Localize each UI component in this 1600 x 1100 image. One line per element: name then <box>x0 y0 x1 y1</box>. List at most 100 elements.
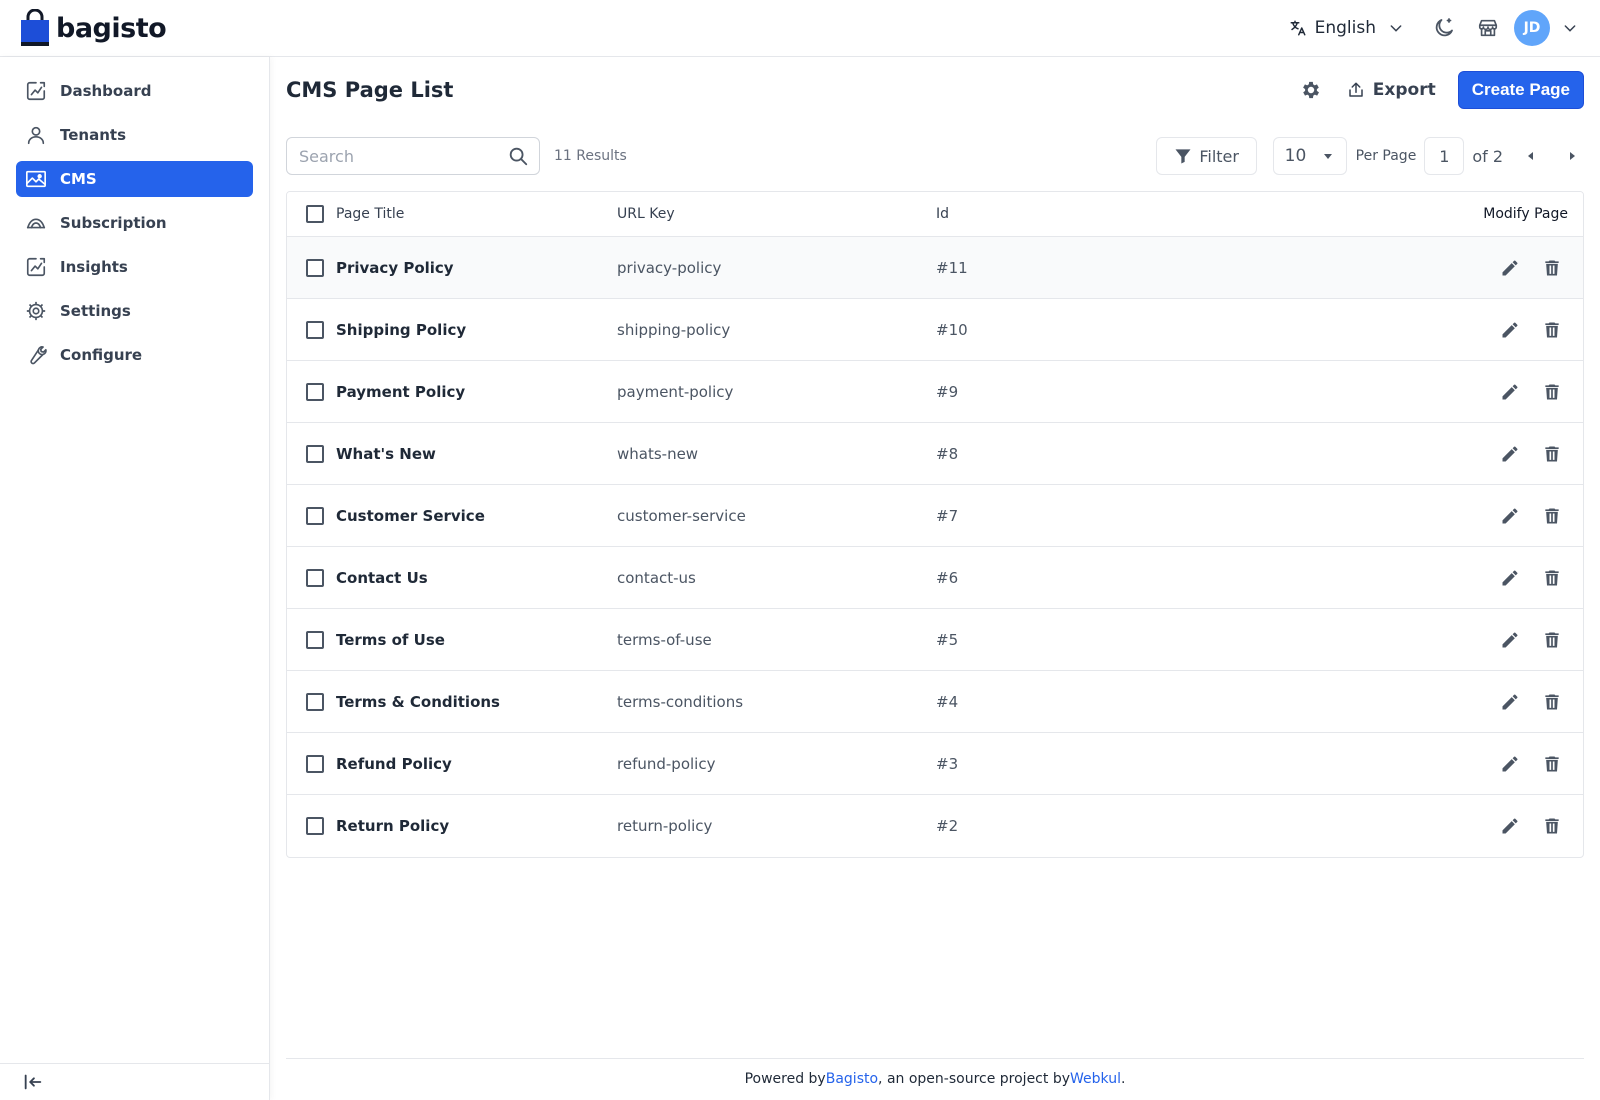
chevron-down-icon[interactable] <box>1562 20 1578 36</box>
search-input[interactable] <box>299 146 499 166</box>
filter-button[interactable]: Filter <box>1155 137 1257 175</box>
pencil-icon <box>1500 506 1520 526</box>
storefront-button[interactable] <box>1470 10 1506 46</box>
delete-button[interactable] <box>1536 624 1568 656</box>
bagisto-link[interactable]: Bagisto <box>826 1071 878 1087</box>
row-actions <box>1494 562 1583 594</box>
delete-button[interactable] <box>1536 252 1568 284</box>
pencil-icon <box>1500 258 1520 278</box>
sidebar-item-label: Insights <box>60 258 128 276</box>
previous-page-button[interactable] <box>1519 144 1543 168</box>
user-avatar[interactable]: JD <box>1514 10 1550 46</box>
delete-button[interactable] <box>1536 438 1568 470</box>
sidebar-item-label: Configure <box>60 346 143 364</box>
sidebar-item-tenants[interactable]: Tenants <box>16 117 253 153</box>
delete-button[interactable] <box>1536 314 1568 346</box>
url-key-cell: refund-policy <box>617 754 716 773</box>
collapse-sidebar-button[interactable] <box>0 1063 269 1100</box>
trash-icon <box>1542 568 1562 588</box>
delete-button[interactable] <box>1536 686 1568 718</box>
brand-logo[interactable]: bagisto <box>20 9 167 47</box>
sidebar-item-configure[interactable]: Configure <box>16 337 253 373</box>
dark-mode-toggle[interactable] <box>1426 10 1462 46</box>
row-checkbox[interactable] <box>306 320 324 339</box>
datagrid-toolbar: 11 Results Filter 10 Per Page of 2 <box>286 137 1584 175</box>
page-title-cell: What's New <box>336 444 436 463</box>
row-checkbox[interactable] <box>306 692 324 711</box>
edit-button[interactable] <box>1494 810 1526 842</box>
trash-icon <box>1542 320 1562 340</box>
language-selector[interactable]: English <box>1289 18 1404 38</box>
url-key-cell: shipping-policy <box>617 320 731 339</box>
delete-button[interactable] <box>1536 810 1568 842</box>
create-page-button[interactable]: Create Page <box>1457 71 1584 109</box>
edit-button[interactable] <box>1494 438 1526 470</box>
sidebar-item-label: Subscription <box>60 214 167 232</box>
row-checkbox[interactable] <box>306 630 324 649</box>
url-key-cell: terms-conditions <box>617 692 744 711</box>
id-cell: #8 <box>936 444 959 463</box>
column-header-url-key[interactable]: URL Key <box>617 206 936 222</box>
shopping-bag-icon <box>20 9 50 47</box>
row-checkbox[interactable] <box>306 568 324 587</box>
edit-button[interactable] <box>1494 500 1526 532</box>
pencil-icon <box>1500 692 1520 712</box>
url-key-cell: return-policy <box>617 817 713 835</box>
table-row: Contact Us contact-us #6 <box>287 547 1583 609</box>
sidebar-item-cms[interactable]: CMS <box>16 161 253 197</box>
row-checkbox[interactable] <box>306 382 324 401</box>
edit-button[interactable] <box>1494 562 1526 594</box>
edit-button[interactable] <box>1494 252 1526 284</box>
caret-right-icon <box>1570 152 1575 160</box>
main-content: CMS Page List Export Create Page Search … <box>286 57 1584 1100</box>
per-page-select[interactable]: 10 <box>1272 137 1347 175</box>
edit-button[interactable] <box>1494 686 1526 718</box>
page-number-input[interactable] <box>1424 137 1465 175</box>
footer: Powered by Bagisto , an open-source proj… <box>286 1058 1584 1098</box>
sidebar-item-subscription[interactable]: Subscription <box>16 205 253 241</box>
table-row: Payment Policy payment-policy #9 <box>287 361 1583 423</box>
sidebar: Dashboard Tenants CMS Subscription Insig… <box>0 57 270 1100</box>
id-cell: #7 <box>936 506 959 525</box>
search-icon[interactable] <box>507 145 529 167</box>
row-actions <box>1494 252 1583 284</box>
table-row: Return Policy return-policy #2 <box>287 795 1583 857</box>
webkul-link[interactable]: Webkul <box>1070 1071 1121 1087</box>
row-checkbox[interactable] <box>306 754 324 773</box>
row-checkbox[interactable] <box>306 258 324 277</box>
url-key-cell: customer-service <box>617 506 746 525</box>
edit-button[interactable] <box>1494 624 1526 656</box>
sidebar-item-insights[interactable]: Insights <box>16 249 253 285</box>
export-button[interactable]: Export <box>1347 80 1436 100</box>
edit-button[interactable] <box>1494 748 1526 780</box>
sidebar-item-label: Tenants <box>60 126 126 144</box>
sidebar-item-label: CMS <box>60 170 97 188</box>
trash-icon <box>1542 816 1562 836</box>
edit-button[interactable] <box>1494 314 1526 346</box>
delete-button[interactable] <box>1536 500 1568 532</box>
delete-button[interactable] <box>1536 748 1568 780</box>
pencil-icon <box>1500 568 1520 588</box>
id-cell: #5 <box>936 630 959 649</box>
delete-button[interactable] <box>1536 562 1568 594</box>
sidebar-item-settings[interactable]: Settings <box>16 293 253 329</box>
select-all-checkbox[interactable] <box>306 205 324 223</box>
row-checkbox[interactable] <box>306 444 324 463</box>
row-checkbox[interactable] <box>306 817 324 835</box>
row-checkbox[interactable] <box>306 506 324 525</box>
column-header-id[interactable]: Id <box>936 206 1136 222</box>
datagrid-settings-button[interactable] <box>1293 72 1329 108</box>
id-cell: #6 <box>936 568 959 587</box>
cms-pages-table: Page Title URL Key Id Modify Page Privac… <box>286 191 1584 858</box>
sidebar-item-dashboard[interactable]: Dashboard <box>16 73 253 109</box>
column-header-page-title[interactable]: Page Title <box>336 206 617 222</box>
pencil-icon <box>1500 382 1520 402</box>
delete-button[interactable] <box>1536 376 1568 408</box>
next-page-button[interactable] <box>1560 144 1584 168</box>
id-cell: #2 <box>936 817 959 835</box>
page-title-cell: Terms of Use <box>336 630 445 649</box>
trash-icon <box>1542 506 1562 526</box>
table-row: What's New whats-new #8 <box>287 423 1583 485</box>
edit-button[interactable] <box>1494 376 1526 408</box>
trash-icon <box>1542 692 1562 712</box>
